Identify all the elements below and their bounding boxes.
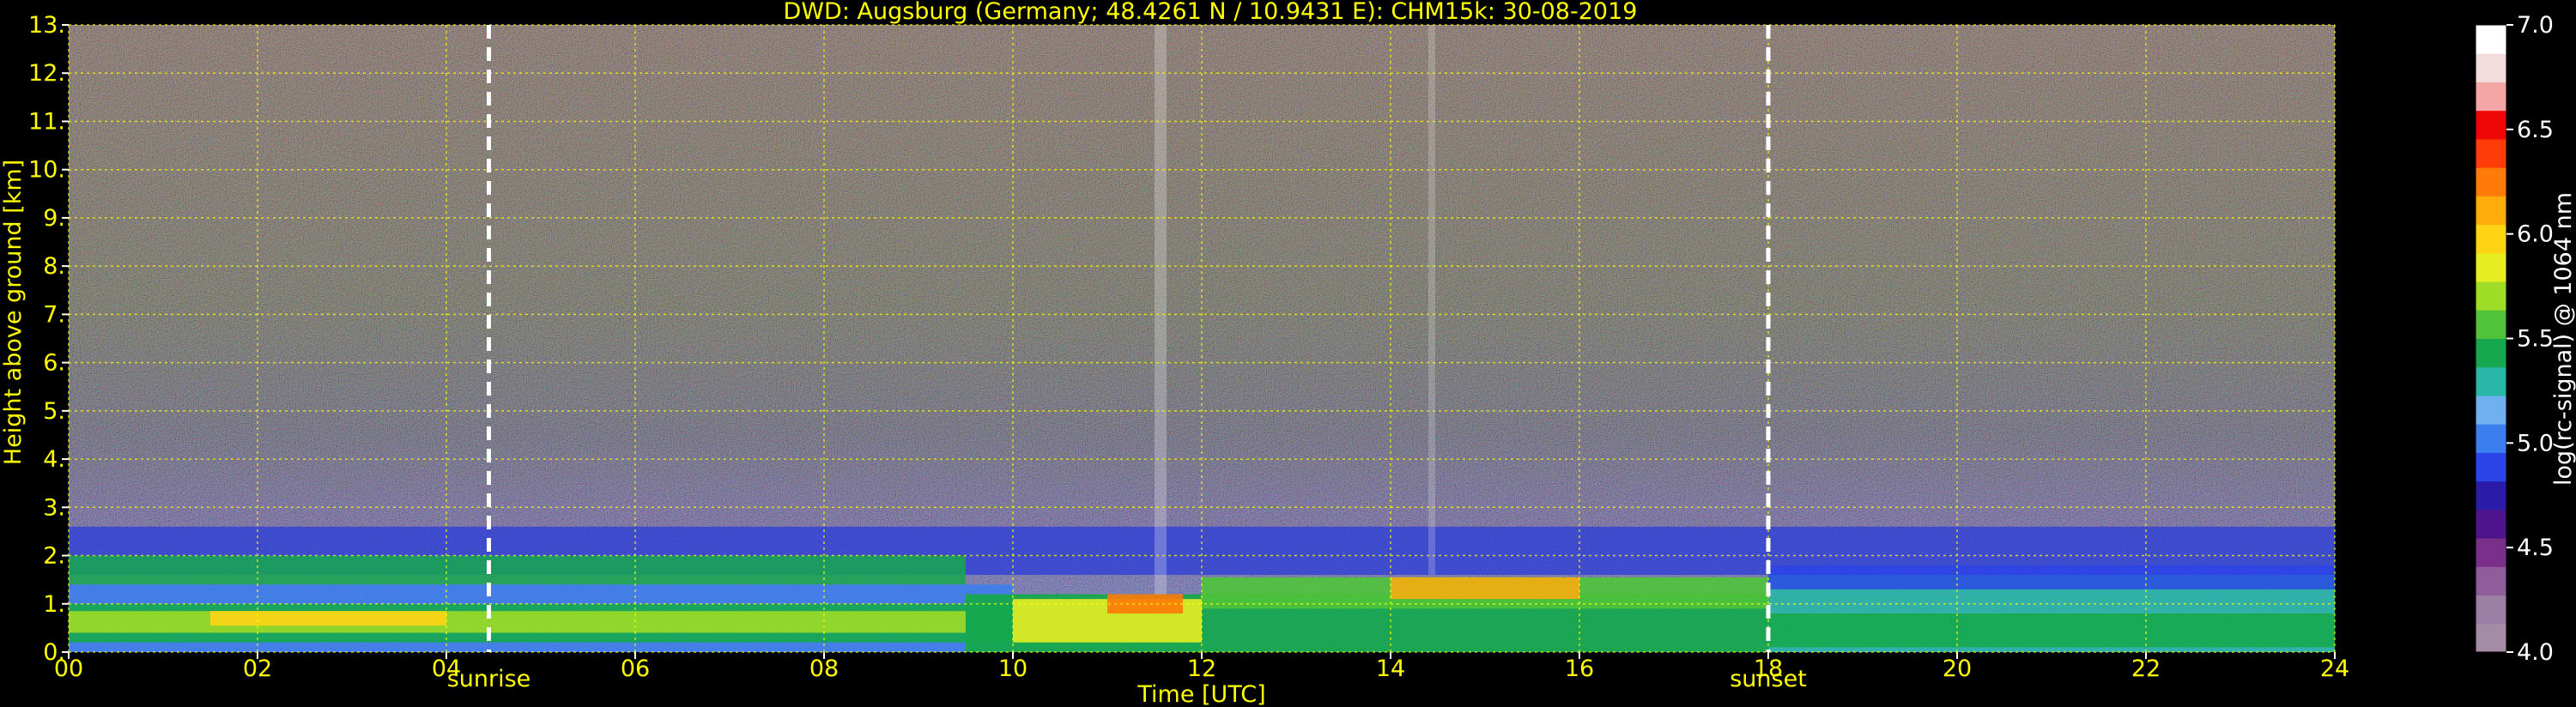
x-tick-label: 10: [998, 656, 1027, 682]
colorbar-segment: [2476, 366, 2506, 396]
x-tick-label: 16: [1565, 656, 1594, 682]
y-tick-labels: 0. 1. 2. 3. 4. 5. 6. 7. 8. 9. 10. 11. 12. 13.: [28, 12, 69, 666]
layer-band: [1391, 577, 1579, 600]
colorbar-segment: [2476, 338, 2506, 368]
colorbar-segment: [2476, 623, 2506, 653]
x-tick-label: 08: [809, 656, 839, 682]
y-axis-label: Height above ground [km]: [0, 160, 27, 465]
colorbar-segment: [2476, 53, 2506, 82]
x-tick-label: 20: [1943, 656, 1972, 682]
vertical-streak: [1155, 25, 1167, 595]
x-tick-label: 12: [1187, 656, 1216, 682]
vertical-streak: [1428, 25, 1435, 576]
y-tick-label: 2.: [43, 543, 65, 570]
colorbar-segment: [2476, 281, 2506, 311]
x-tick-label: 22: [2131, 656, 2161, 682]
y-tick-label: 0.: [43, 639, 65, 666]
y-tick-label: 8.: [43, 253, 65, 280]
colorbar-segment: [2476, 167, 2506, 196]
layer-band: [69, 555, 966, 585]
colorbar-tick-label: 6.0: [2517, 221, 2554, 248]
layer-band: [1768, 613, 2335, 648]
colorbar-segment: [2476, 595, 2506, 625]
y-tick-label: 11.: [28, 108, 65, 135]
colorbar-segment: [2476, 395, 2506, 425]
y-tick-label: 1.: [43, 591, 65, 618]
y-tick-label: 10.: [28, 157, 65, 184]
colorbar-segment: [2476, 25, 2506, 54]
y-tick-label: 4.: [43, 446, 65, 473]
colorbar-segment: [2476, 224, 2506, 254]
colorbar-segment: [2476, 196, 2506, 226]
chart-title: DWD: Augsburg (Germany; 48.4261 N / 10.9…: [784, 0, 1638, 25]
colorbar-tick-label: 4.5: [2517, 535, 2554, 561]
layer-band: [1768, 565, 2335, 589]
colorbar-tick-label: 5.0: [2517, 430, 2554, 456]
x-tick-label: 04: [432, 656, 461, 682]
x-tick-label: 06: [621, 656, 650, 682]
colorbar-segment: [2476, 538, 2506, 567]
colorbar-segment: [2476, 310, 2506, 339]
x-tick-label: 18: [1754, 656, 1783, 682]
colorbar-segment: [2476, 452, 2506, 482]
colorbar-segment: [2476, 138, 2506, 168]
layer-band: [69, 611, 966, 633]
y-tick-label: 7.: [43, 301, 65, 328]
x-tick-label: 14: [1376, 656, 1405, 682]
x-tick-label: 02: [243, 656, 272, 682]
y-tick-label: 13.: [28, 12, 65, 39]
layer-band: [210, 611, 446, 626]
colorbar-segment: [2476, 566, 2506, 596]
x-tick-label: 24: [2320, 656, 2349, 682]
x-tick-labels: 00 02 04 06 08 10 12 14 16 18 20 22 24: [54, 652, 2349, 682]
y-tick-label: 6.: [43, 350, 65, 377]
colorbar-segment: [2476, 509, 2506, 539]
colorbar-segment: [2476, 110, 2506, 140]
colorbar-segment: [2476, 480, 2506, 511]
y-tick-label: 9.: [43, 205, 65, 232]
colorbar-tick-label: 4.0: [2517, 639, 2554, 666]
colorbar-tick-labels: 4.0 4.5 5.0 5.5 6.0 6.5 7.0: [2506, 12, 2554, 666]
y-tick-label: 12.: [28, 60, 65, 87]
ceilometer-chart: sunrise sunset 00 02 04 06 08 10 12 14 16 18 20 22 24…: [0, 0, 2576, 707]
x-axis-label: Time [UTC]: [1136, 681, 1265, 707]
colorbar: [2475, 24, 2507, 653]
y-tick-label: 3.: [43, 494, 65, 521]
colorbar-segment: [2476, 82, 2506, 112]
colorbar-tick-label: 5.5: [2517, 326, 2554, 353]
colorbar-tick-label: 6.5: [2517, 117, 2554, 143]
y-tick-label: 5.: [43, 398, 65, 425]
colorbar-segment: [2476, 252, 2506, 282]
colorbar-label: log(rc-signal) @ 1064 nm: [2550, 192, 2576, 486]
colorbar-segment: [2476, 424, 2506, 453]
colorbar-tick-label: 7.0: [2517, 12, 2554, 39]
